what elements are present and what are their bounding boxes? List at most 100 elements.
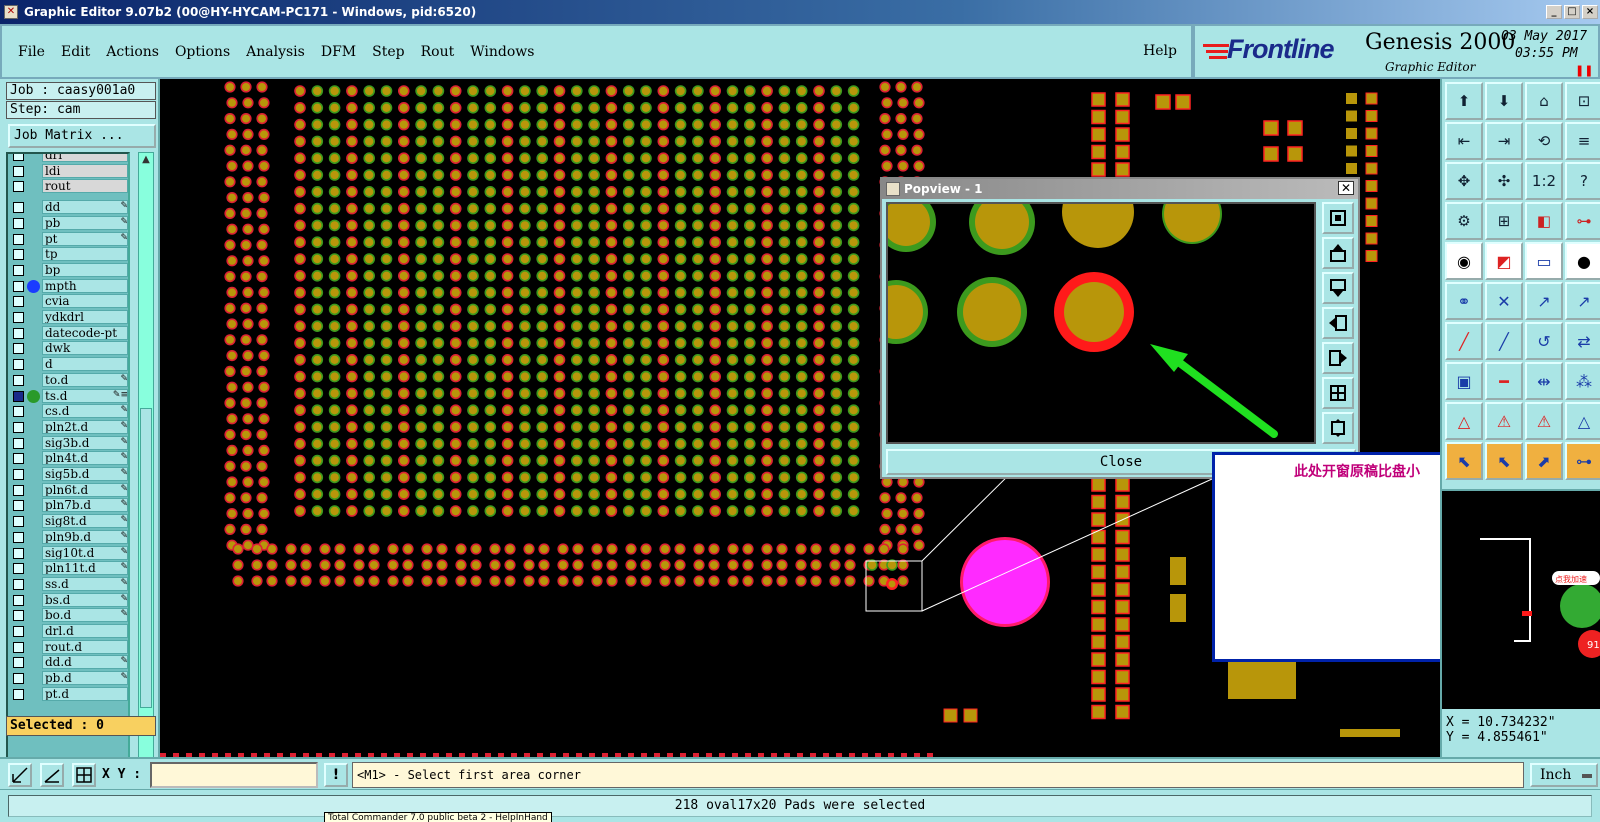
grid-icon[interactable]: ⊞ xyxy=(1485,202,1523,240)
layer-checkbox-icon[interactable] xyxy=(13,202,24,214)
layer-checkbox-icon[interactable] xyxy=(13,374,24,386)
layer-row[interactable]: dd ✎ xyxy=(8,200,128,215)
layer-name[interactable]: bp xyxy=(42,262,128,277)
layer-checkbox-icon[interactable] xyxy=(13,165,24,177)
layer-checkbox-icon[interactable] xyxy=(13,437,24,449)
cross-icon[interactable]: ✕ xyxy=(1485,282,1523,320)
layer-name[interactable]: tp xyxy=(42,247,128,262)
layer-checkbox-icon[interactable] xyxy=(13,264,24,276)
maximize-button[interactable]: □ xyxy=(1564,5,1580,19)
layer-name[interactable]: pt.d xyxy=(42,686,128,701)
warning-button[interactable]: ! xyxy=(324,763,348,787)
snap-center-icon[interactable]: ● xyxy=(1565,242,1600,280)
layer-row[interactable]: sig5b.d ✎ xyxy=(8,467,128,482)
layer-name[interactable]: pb xyxy=(42,215,128,230)
layer-checkbox-icon[interactable] xyxy=(13,233,24,245)
cursor-icon[interactable]: ⬉ xyxy=(1445,442,1483,480)
layer-name[interactable]: pln4t.d xyxy=(42,451,128,466)
move-pad-icon[interactable]: ▣ xyxy=(1445,362,1483,400)
xy-input[interactable] xyxy=(150,762,318,788)
layer-row[interactable]: to.d ✎ xyxy=(8,372,128,388)
layer-name[interactable]: to.d xyxy=(42,372,128,387)
layer-row[interactable]: rout xyxy=(8,179,128,194)
help-icon[interactable]: ? xyxy=(1565,162,1600,200)
arrow-node-icon[interactable]: ↗ xyxy=(1525,282,1563,320)
layer-checkbox-icon[interactable] xyxy=(13,563,24,575)
layer-row[interactable]: cs.d ✎ xyxy=(8,404,128,419)
popview-window[interactable]: Popview - 1 ✕ Close xyxy=(880,177,1360,479)
menu-file[interactable]: File xyxy=(18,44,45,60)
menu-dfm[interactable]: DFM xyxy=(321,44,356,60)
layer-name[interactable]: pln11t.d xyxy=(42,561,128,576)
layer-row[interactable]: datecode-pt xyxy=(8,325,128,341)
grid-mode-icon[interactable] xyxy=(72,763,96,787)
layer-row[interactable]: cvia xyxy=(8,294,128,309)
layer-name[interactable]: rout xyxy=(42,179,128,194)
layer-row[interactable]: pln4t.d ✎ xyxy=(8,451,128,466)
layer-row[interactable]: pln11t.d ✎ xyxy=(8,561,128,576)
draw-line-icon[interactable]: ╱ xyxy=(1445,322,1483,360)
layer-row[interactable]: pt ✎ xyxy=(8,231,128,247)
layer-name[interactable]: bo.d xyxy=(42,608,128,623)
layer-checkbox-icon[interactable] xyxy=(13,673,24,685)
layer-checkbox-icon[interactable] xyxy=(13,406,24,418)
layer-row[interactable]: ldi xyxy=(8,163,128,179)
layer-row[interactable]: pln2t.d ✎ xyxy=(8,419,128,435)
layer-name[interactable]: dd.d xyxy=(42,655,128,670)
layer-name[interactable]: d xyxy=(42,357,128,372)
expand-icon[interactable]: ✥ xyxy=(1445,162,1483,200)
cursor-arrow-icon[interactable]: ⬉ xyxy=(1485,442,1523,480)
layer-checkbox-icon[interactable] xyxy=(13,390,24,402)
zoom-refresh-icon[interactable]: ≡ xyxy=(1565,122,1600,160)
layer-name[interactable]: drl xyxy=(42,154,128,162)
menu-options[interactable]: Options xyxy=(175,44,230,60)
layer-checkbox-icon[interactable] xyxy=(13,578,24,590)
popview-zoom-icon[interactable] xyxy=(1322,202,1354,234)
popview-close-icon[interactable]: ✕ xyxy=(1338,181,1354,195)
layer-checkbox-icon[interactable] xyxy=(13,516,24,528)
scroll-up-icon[interactable]: ▲ xyxy=(140,154,152,166)
layer-checkbox-icon[interactable] xyxy=(13,154,24,161)
layer-row[interactable]: pb.d ✎ xyxy=(8,671,128,686)
menu-rout[interactable]: Rout xyxy=(421,44,455,60)
layer-name[interactable]: dd xyxy=(42,200,128,215)
redraw-icon[interactable]: ⟲ xyxy=(1525,122,1563,160)
menu-step[interactable]: Step xyxy=(372,44,404,60)
layer-checkbox-icon[interactable] xyxy=(13,327,24,339)
layer-row[interactable]: sig10t.d ✎ xyxy=(8,545,128,561)
layer-checkbox-icon[interactable] xyxy=(13,453,24,465)
pause-icon[interactable]: ❚❚ xyxy=(1575,64,1593,77)
scroll-thumb[interactable] xyxy=(140,408,152,708)
layer-row[interactable]: ts.d ✎≡ xyxy=(8,388,128,404)
layer-checkbox-icon[interactable] xyxy=(13,531,24,543)
triangle-a-icon[interactable]: ⚠ xyxy=(1485,402,1523,440)
layer-row[interactable]: pb ✎ xyxy=(8,215,128,231)
popview-pan-right-icon[interactable] xyxy=(1322,342,1354,374)
align-icon[interactable]: ⇹ xyxy=(1525,362,1563,400)
layer-name[interactable]: ldi xyxy=(42,163,128,178)
layer-checkbox-icon[interactable] xyxy=(13,280,24,292)
layer-checkbox-icon[interactable] xyxy=(13,343,24,355)
layer-checkbox-icon[interactable] xyxy=(13,547,24,559)
layer-row[interactable]: tp xyxy=(8,247,128,262)
pan-down-icon[interactable]: ⬇ xyxy=(1485,82,1523,120)
layer-row[interactable]: ss.d ✎ xyxy=(8,576,128,592)
layer-scrollbar[interactable]: ▲ ▼ xyxy=(138,152,154,772)
layer-row[interactable]: ydkdrl xyxy=(8,310,128,325)
scale-1-2-icon[interactable]: 1:2 xyxy=(1525,162,1563,200)
layer-row[interactable]: d xyxy=(8,357,128,372)
layer-checkbox-icon[interactable] xyxy=(13,626,24,637)
layer-name[interactable]: ss.d xyxy=(42,576,128,591)
layer-checkbox-icon[interactable] xyxy=(13,641,24,653)
layer-name[interactable]: pb.d xyxy=(42,671,128,686)
layer-checkbox-icon[interactable] xyxy=(13,688,24,700)
menu-windows[interactable]: Windows xyxy=(470,44,534,60)
cluster-icon[interactable]: ⁂ xyxy=(1565,362,1600,400)
layer-row[interactable]: sig8t.d ✎ xyxy=(8,514,128,529)
menu-edit[interactable]: Edit xyxy=(61,44,90,60)
connect-node-icon[interactable]: ⚭ xyxy=(1445,282,1483,320)
layer-checkbox-icon[interactable] xyxy=(13,312,24,323)
menu-analysis[interactable]: Analysis xyxy=(246,44,305,60)
layer-row[interactable]: bs.d ✎ xyxy=(8,592,128,608)
layer-name[interactable]: mpth xyxy=(42,278,128,293)
